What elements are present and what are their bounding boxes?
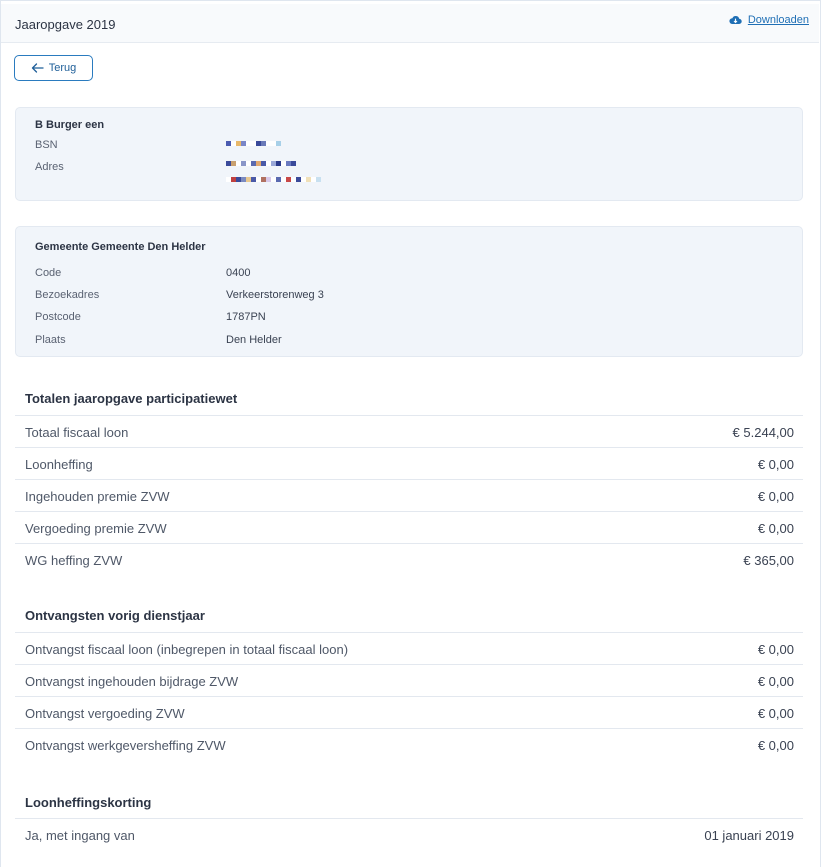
gemeente-plaats-label: Plaats [35, 334, 66, 346]
row-label: Totaal fiscaal loon [25, 425, 129, 440]
row-label: Vergoeding premie ZVW [25, 521, 167, 536]
bsn-label: BSN [35, 139, 58, 151]
table-row: Vergoeding premie ZVW € 0,00 [15, 511, 803, 543]
row-value: € 0,00 [757, 738, 794, 753]
gemeente-postcode-value: 1787PN [226, 311, 266, 323]
ontvangsten-section-title: Ontvangsten vorig dienstjaar [25, 608, 205, 623]
arrow-left-icon [31, 63, 44, 73]
table-row: Totaal fiscaal loon € 5.244,00 [15, 415, 803, 447]
page-title: Jaaropgave 2019 [15, 17, 116, 32]
row-label: Ontvangst ingehouden bijdrage ZVW [25, 674, 239, 689]
table-row: Loonheffing € 0,00 [15, 447, 803, 479]
row-label: Ja, met ingang van [25, 828, 135, 843]
row-value: € 365,00 [743, 553, 794, 568]
gemeente-plaats-value: Den Helder [226, 334, 282, 346]
row-value: € 0,00 [757, 674, 794, 689]
row-value: € 0,00 [757, 642, 794, 657]
adres-line1-redacted [226, 161, 296, 166]
gemeente-code-value: 0400 [226, 267, 251, 279]
row-label: Ontvangst fiscaal loon (inbegrepen in to… [25, 642, 349, 657]
row-label: Loonheffing [25, 457, 93, 472]
adres-label: Adres [35, 161, 64, 173]
table-row: Ontvangst ingehouden bijdrage ZVW € 0,00 [15, 664, 803, 696]
row-label: Ingehouden premie ZVW [25, 489, 170, 504]
table-row: Ingehouden premie ZVW € 0,00 [15, 479, 803, 511]
table-row: Ontvangst fiscaal loon (inbegrepen in to… [15, 632, 803, 664]
row-label: Ontvangst werkgeversheffing ZVW [25, 738, 226, 753]
row-value: € 0,00 [757, 521, 794, 536]
gemeente-card: Gemeente Gemeente Den Helder Code 0400 B… [15, 226, 803, 357]
table-row: Ja, met ingang van 01 januari 2019 [15, 818, 803, 850]
totalen-section-title: Totalen jaaropgave participatiewet [25, 391, 238, 406]
table-row: Ontvangst werkgeversheffing ZVW € 0,00 [15, 728, 803, 760]
gemeente-code-label: Code [35, 267, 62, 279]
download-label[interactable]: Downloaden [748, 14, 809, 26]
download-link[interactable]: Downloaden [729, 14, 809, 26]
adres-line2-redacted [226, 177, 321, 182]
row-value: € 5.244,00 [732, 425, 794, 440]
row-value: € 0,00 [757, 706, 794, 721]
back-button-label[interactable]: Terug [49, 62, 77, 74]
row-label: Ontvangst vergoeding ZVW [25, 706, 185, 721]
row-value: 01 januari 2019 [704, 828, 794, 843]
cloud-download-icon [729, 16, 742, 25]
row-value: € 0,00 [757, 457, 794, 472]
row-label: WG heffing ZVW [25, 553, 123, 568]
row-value: € 0,00 [757, 489, 794, 504]
person-card: B Burger een BSN Adres [15, 107, 803, 201]
loonheffingskorting-section-title: Loonheffingskorting [25, 795, 152, 810]
page-header: Jaaropgave 2019 Downloaden [1, 4, 819, 43]
person-name: B Burger een [35, 119, 105, 131]
bsn-value-redacted [226, 141, 281, 146]
gemeente-name: Gemeente Gemeente Den Helder [35, 241, 206, 253]
gemeente-bezoekadres-value: Verkeerstorenweg 3 [226, 289, 324, 301]
table-row: Ontvangst vergoeding ZVW € 0,00 [15, 696, 803, 728]
gemeente-bezoekadres-label: Bezoekadres [35, 289, 100, 301]
back-button[interactable]: Terug [14, 55, 93, 81]
gemeente-postcode-label: Postcode [35, 311, 81, 323]
table-row: WG heffing ZVW € 365,00 [15, 543, 803, 575]
